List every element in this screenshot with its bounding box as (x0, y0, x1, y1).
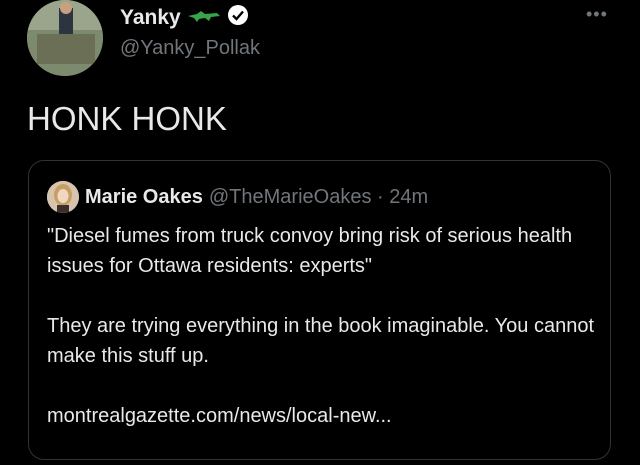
author-avatar[interactable] (27, 0, 103, 76)
alligator-emoji-icon (187, 7, 221, 28)
author-handle[interactable]: @Yanky_Pollak (120, 37, 260, 60)
more-options-button[interactable]: ••• (586, 4, 608, 25)
quoted-header: Marie Oakes @TheMarieOakes · 24m (47, 181, 428, 213)
avatar-photo (27, 0, 103, 76)
quoted-author-name[interactable]: Marie Oakes (85, 186, 203, 209)
verified-icon (227, 4, 249, 31)
quoted-headline: "Diesel fumes from truck convoy bring ri… (47, 225, 573, 277)
author-name-row: Yanky (120, 4, 249, 31)
quoted-avatar[interactable] (47, 181, 79, 213)
author-name[interactable]: Yanky (120, 6, 181, 30)
quoted-handle-time[interactable]: @TheMarieOakes · 24m (209, 186, 428, 209)
quoted-avatar-photo (47, 181, 79, 213)
quoted-tweet[interactable]: Marie Oakes @TheMarieOakes · 24m "Diesel… (28, 160, 611, 460)
quoted-comment: They are trying everything in the book i… (47, 315, 595, 367)
quoted-link[interactable]: montrealgazette.com/news/local-new... (47, 401, 597, 431)
tweet-text: HONK HONK (27, 100, 227, 137)
quoted-body: "Diesel fumes from truck convoy bring ri… (47, 221, 597, 431)
